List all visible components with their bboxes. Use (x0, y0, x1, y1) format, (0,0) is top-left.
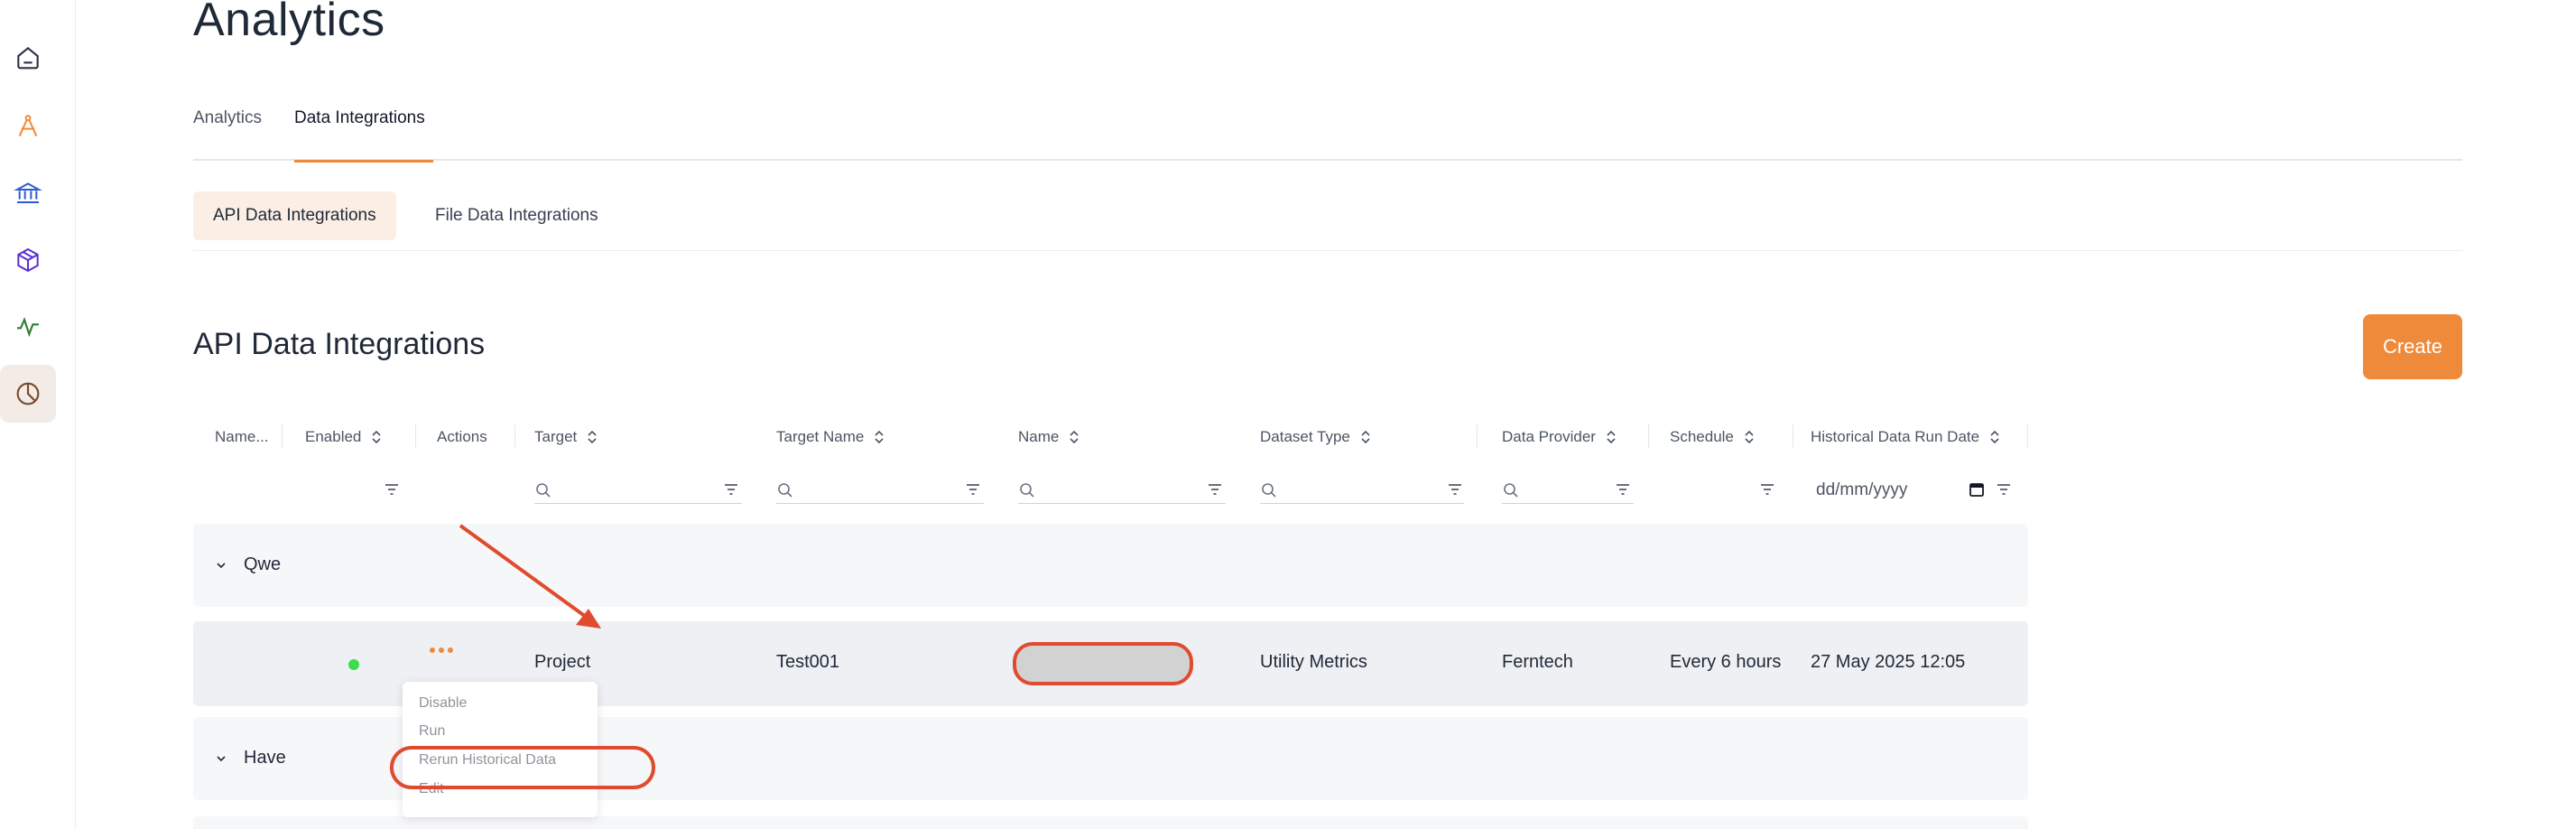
column-header-name-2[interactable]: Name (1018, 424, 1080, 450)
sort-icon (588, 430, 597, 444)
name-filter-input[interactable] (1018, 477, 1226, 504)
calendar-icon[interactable] (1968, 480, 1986, 498)
column-divider (514, 424, 515, 448)
cell-data-provider: Ferntech (1502, 652, 1573, 672)
bank-icon (14, 182, 42, 203)
compass-icon (18, 115, 38, 137)
sidebar-item-activity[interactable] (0, 298, 56, 356)
column-header-dataset-type[interactable]: Dataset Type (1260, 424, 1372, 450)
column-header-enabled[interactable]: Enabled (305, 424, 383, 450)
annotation-highlight-oval (390, 746, 655, 789)
column-header-name[interactable]: Name... (215, 424, 269, 450)
filter-icon[interactable] (383, 480, 401, 498)
tab-data-integrations[interactable]: Data Integrations (294, 107, 433, 163)
column-header-schedule[interactable]: Schedule (1670, 424, 1756, 450)
chevron-down-icon[interactable] (215, 559, 227, 572)
sidebar-item-products[interactable] (0, 231, 56, 289)
target-filter-input[interactable] (534, 477, 742, 504)
sort-icon (1990, 430, 1999, 444)
sidebar (0, 0, 76, 829)
create-button[interactable]: Create (2363, 314, 2462, 379)
tab-analytics[interactable]: Analytics (193, 107, 262, 161)
annotation-arrow (459, 524, 601, 629)
sidebar-item-analytics[interactable] (0, 365, 56, 423)
column-header-target-name[interactable]: Target Name (776, 424, 885, 450)
column-header-actions: Actions (437, 428, 487, 445)
sort-icon (1361, 430, 1370, 444)
group-row[interactable] (193, 816, 2028, 829)
sort-icon (1607, 430, 1616, 444)
filter-icon[interactable] (1614, 480, 1632, 498)
sort-icon (1070, 430, 1079, 444)
section-title: API Data Integrations (193, 327, 486, 361)
tab-bar: Analytics Data Integrations (193, 107, 2462, 163)
home-icon (17, 46, 39, 70)
menu-item-run[interactable]: Run (419, 723, 445, 740)
redacted-name-cell (1013, 642, 1193, 685)
column-divider (2027, 424, 2028, 448)
filter-icon[interactable] (1206, 480, 1224, 498)
group-label: Qwe (244, 554, 282, 574)
filter-icon[interactable] (1758, 480, 1776, 498)
search-icon (778, 482, 792, 498)
cell-schedule: Every 6 hours (1670, 652, 1782, 672)
sort-icon (1745, 430, 1754, 444)
column-header-data-provider[interactable]: Data Provider (1502, 424, 1617, 450)
dataset-type-filter-input[interactable] (1260, 477, 1464, 504)
sidebar-item-bank[interactable] (0, 164, 56, 222)
date-filter-input[interactable]: dd/mm/yyyy (1816, 480, 1907, 500)
column-header-historical-data-run-date[interactable]: Historical Data Run Date (1811, 424, 2001, 450)
pulse-icon (17, 317, 39, 338)
row-actions-more-icon[interactable] (430, 645, 457, 656)
filter-icon[interactable] (722, 480, 740, 498)
column-divider (1477, 424, 1478, 448)
cell-target-name: Test001 (776, 652, 840, 672)
cell-historical-run-date: 27 May 2025 12:05 (1811, 652, 1966, 672)
column-divider (415, 424, 416, 448)
filter-icon[interactable] (1446, 480, 1464, 498)
cell-dataset-type: Utility Metrics (1260, 652, 1367, 672)
enabled-status-dot (348, 659, 359, 670)
sidebar-item-compass[interactable] (0, 98, 56, 155)
sidebar-item-home[interactable] (0, 29, 56, 87)
subtab-file-data-integrations[interactable]: File Data Integrations (415, 191, 618, 240)
filter-icon[interactable] (1995, 480, 2013, 498)
filter-row: dd/mm/yyyy (193, 477, 2028, 504)
search-icon (1262, 482, 1276, 498)
menu-item-disable[interactable]: Disable (419, 695, 467, 712)
cell-target: Project (534, 652, 591, 672)
group-label: Have (244, 748, 286, 768)
search-icon (1504, 482, 1518, 498)
column-divider (282, 424, 283, 448)
column-header-target[interactable]: Target (534, 424, 598, 450)
page-title: Analytics (193, 0, 385, 46)
filter-icon[interactable] (964, 480, 982, 498)
subtab-bar: API Data Integrations File Data Integrat… (193, 191, 2462, 251)
sort-icon (875, 430, 884, 444)
search-icon (536, 482, 551, 498)
subtab-api-data-integrations[interactable]: API Data Integrations (193, 191, 396, 240)
target-name-filter-input[interactable] (776, 477, 984, 504)
column-divider (1648, 424, 1649, 448)
sort-icon (372, 430, 381, 444)
chevron-down-icon[interactable] (215, 752, 227, 765)
pie-chart-icon (16, 382, 40, 405)
box-icon (17, 247, 39, 273)
main-content: Analytics Analytics Data Integrations AP… (193, 0, 2462, 829)
search-icon (1020, 482, 1034, 498)
